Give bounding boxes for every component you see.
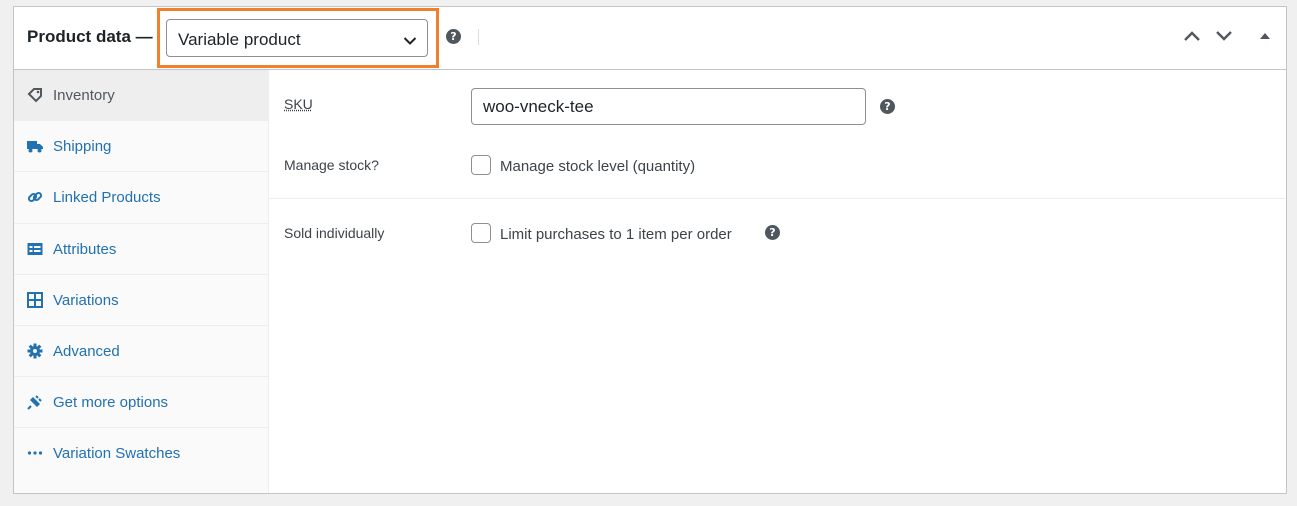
tab-inventory[interactable]: Inventory	[14, 70, 268, 122]
grid-icon	[27, 291, 43, 308]
inventory-panel: SKU ? Manage stock? Manage stock level (…	[269, 70, 1286, 493]
move-up-icon[interactable]	[1183, 29, 1201, 48]
help-icon[interactable]: ?	[446, 29, 461, 44]
tab-label: Advanced	[53, 342, 120, 360]
tab-shipping[interactable]: Shipping	[14, 121, 268, 173]
sku-input[interactable]	[471, 88, 866, 125]
tab-label: Get more options	[53, 394, 169, 412]
tab-attributes[interactable]: Attributes	[14, 224, 268, 275]
sku-help-icon[interactable]: ?	[880, 99, 895, 114]
tab-label: Variations	[53, 291, 119, 309]
manage-stock-label: Manage stock?	[284, 157, 379, 173]
section-divider	[269, 198, 1286, 199]
sku-label: SKU	[284, 96, 313, 112]
tab-label: Shipping	[53, 138, 112, 156]
tab-label: Inventory	[53, 87, 115, 104]
product-type-value: Variable product	[178, 30, 301, 49]
panel-title: Product data —	[27, 27, 153, 46]
tab-variation-swatches[interactable]: Variation Swatches	[14, 428, 268, 479]
tab-get-more-options[interactable]: Get more options	[14, 377, 268, 429]
panel-header: Product data — Variable product ?	[14, 7, 1286, 70]
tag-icon	[27, 87, 43, 103]
gear-icon	[27, 343, 43, 359]
product-type-select[interactable]: Variable product	[166, 19, 428, 57]
ellipsis-icon	[27, 445, 43, 461]
product-data-panel: Product data — Variable product ? Invent…	[13, 6, 1287, 494]
manage-stock-checkbox-label: Manage stock level (quantity)	[500, 158, 696, 175]
sold-individually-help-icon[interactable]: ?	[765, 225, 780, 240]
list-card-icon	[27, 241, 43, 257]
tab-label: Variation Swatches	[53, 445, 181, 463]
toggle-panel-icon[interactable]	[1259, 29, 1271, 48]
tab-linked-products[interactable]: Linked Products	[14, 172, 268, 224]
move-down-icon[interactable]	[1215, 29, 1233, 48]
link-icon	[27, 189, 43, 205]
tab-label: Linked Products	[53, 189, 161, 207]
sold-individually-checkbox-label: Limit purchases to 1 item per order	[500, 226, 732, 243]
sold-individually-checkbox[interactable]	[471, 223, 491, 243]
truck-icon	[27, 138, 43, 154]
tab-advanced[interactable]: Advanced	[14, 326, 268, 378]
plugin-icon	[27, 394, 43, 410]
sold-individually-label: Sold individually	[284, 225, 385, 241]
tab-variations[interactable]: Variations	[14, 275, 268, 326]
manage-stock-checkbox[interactable]	[471, 155, 491, 175]
product-data-tabs: Inventory Shipping Linked Products Attri…	[14, 70, 269, 493]
header-divider	[478, 29, 479, 45]
chevron-down-icon	[403, 33, 417, 51]
tab-label: Attributes	[53, 240, 117, 258]
